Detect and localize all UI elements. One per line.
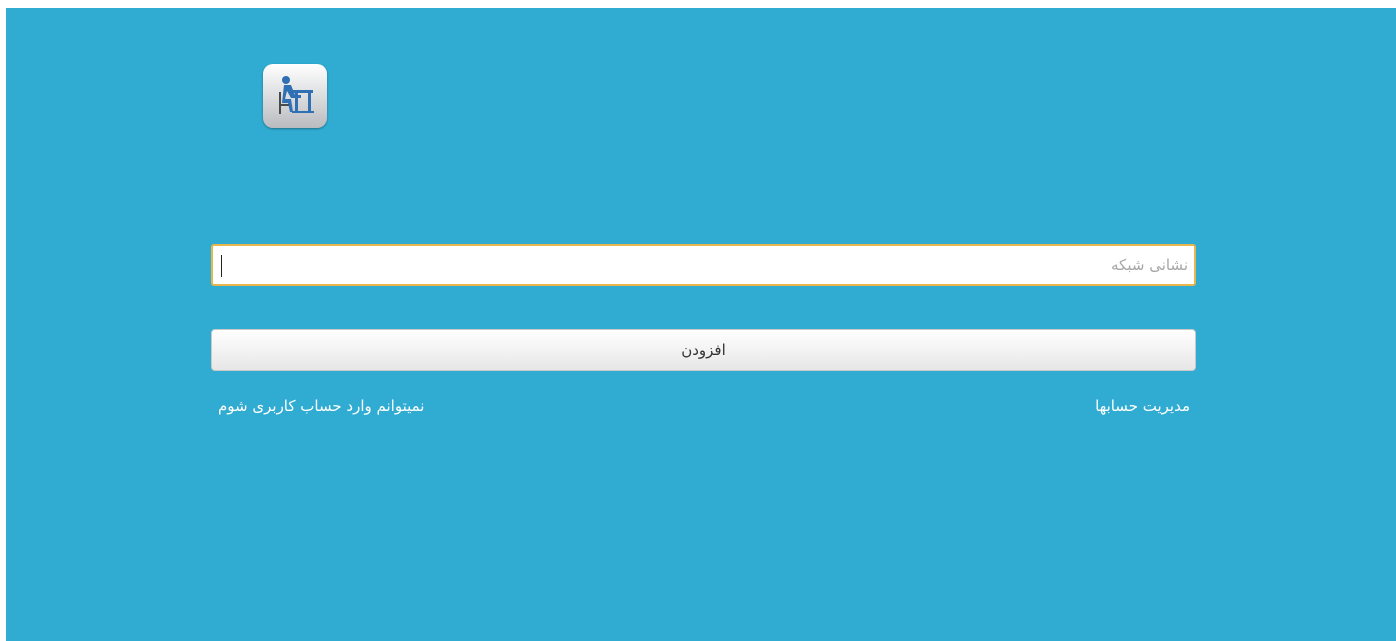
app-screen: افزودن مدیریت حسابها نمیتوانم وارد حساب … <box>6 8 1396 641</box>
text-caret <box>221 255 222 277</box>
manage-accounts-link[interactable]: مدیریت حسابها <box>1095 397 1190 415</box>
cant-login-link[interactable]: نمیتوانم وارد حساب کاربری شوم <box>218 397 424 415</box>
person-at-desk-icon <box>279 76 314 114</box>
add-button[interactable]: افزودن <box>211 329 1196 371</box>
app-logo <box>263 64 327 128</box>
network-address-input[interactable] <box>211 244 1196 286</box>
